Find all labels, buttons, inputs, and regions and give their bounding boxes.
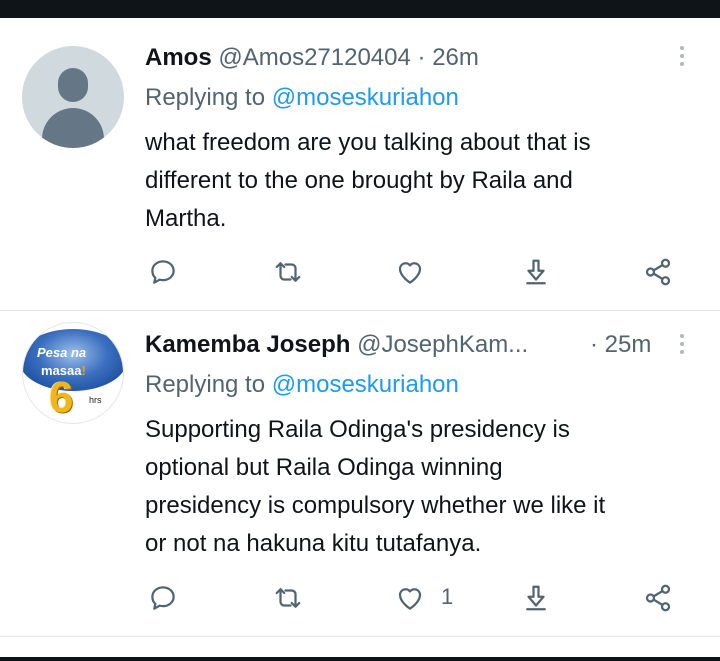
tweet-text-line: optional but Raila Odinga winning bbox=[145, 454, 503, 481]
separator: · bbox=[590, 331, 598, 358]
timestamp-group: · 25m bbox=[590, 331, 651, 359]
tweet-text-line: Martha. bbox=[145, 205, 227, 232]
replying-to: Replying to @moseskuriahon bbox=[145, 84, 459, 112]
more-icon[interactable] bbox=[678, 46, 686, 70]
replying-prefix: Replying to bbox=[145, 371, 266, 398]
like-icon[interactable] bbox=[392, 580, 428, 616]
tweet-text: what freedom are you talking about that … bbox=[145, 124, 705, 238]
user-handle[interactable]: @Amos27120404 bbox=[218, 44, 411, 71]
default-avatar-body bbox=[42, 108, 104, 148]
tweet-text-line: different to the one brought by Raila an… bbox=[145, 167, 573, 194]
tweet-text-line: presidency is compulsory whether we like… bbox=[145, 492, 606, 519]
like-icon[interactable] bbox=[392, 254, 428, 290]
reply-icon[interactable] bbox=[145, 580, 181, 616]
tweet-header: Amos @Amos27120404 · 26m bbox=[145, 44, 479, 74]
display-name[interactable]: Kamemba Joseph bbox=[145, 331, 350, 358]
share-network-icon[interactable] bbox=[640, 254, 676, 290]
display-name[interactable]: Amos bbox=[145, 44, 212, 71]
timestamp[interactable]: 26m bbox=[432, 44, 479, 71]
more-icon[interactable] bbox=[678, 334, 686, 358]
reply-icon[interactable] bbox=[145, 254, 181, 290]
tweet-text: Supporting Raila Odinga's presidency is … bbox=[145, 411, 705, 563]
share-icon[interactable] bbox=[518, 580, 554, 616]
retweet-icon[interactable] bbox=[270, 254, 306, 290]
retweet-icon[interactable] bbox=[270, 580, 306, 616]
tweet-header: Kamemba Joseph @JosephKam... bbox=[145, 331, 528, 361]
tweet-divider bbox=[0, 636, 720, 637]
like-count: 1 bbox=[441, 584, 454, 609]
tweet-divider bbox=[0, 310, 720, 311]
tweet-text-line: Supporting Raila Odinga's presidency is bbox=[145, 416, 570, 443]
avatar[interactable] bbox=[22, 46, 124, 148]
replying-to-link[interactable]: @moseskuriahon bbox=[272, 84, 459, 111]
replying-to-link[interactable]: @moseskuriahon bbox=[272, 371, 459, 398]
bottom-bar bbox=[0, 657, 720, 661]
share-network-icon[interactable] bbox=[640, 580, 676, 616]
share-icon[interactable] bbox=[518, 254, 554, 290]
replying-prefix: Replying to bbox=[145, 84, 266, 111]
avatar-logo-unit: hrs bbox=[89, 395, 102, 405]
replying-to: Replying to @moseskuriahon bbox=[145, 371, 459, 399]
tweet-text-line: or not na hakuna kitu tutafanya. bbox=[145, 530, 482, 557]
avatar-logo-number: 6 bbox=[49, 373, 74, 422]
tweet-actions: 1 bbox=[0, 580, 720, 616]
status-bar bbox=[0, 0, 720, 18]
timestamp[interactable]: 25m bbox=[605, 331, 652, 358]
separator: · bbox=[417, 44, 426, 71]
tweet-actions bbox=[0, 254, 720, 290]
default-avatar-head bbox=[58, 68, 88, 102]
tweet-text-line: what freedom are you talking about that … bbox=[145, 129, 591, 156]
avatar[interactable]: Pesa na masaa! 6 hrs bbox=[22, 322, 124, 424]
avatar-logo-text: Pesa na bbox=[37, 345, 87, 360]
user-handle[interactable]: @JosephKam... bbox=[357, 331, 528, 358]
